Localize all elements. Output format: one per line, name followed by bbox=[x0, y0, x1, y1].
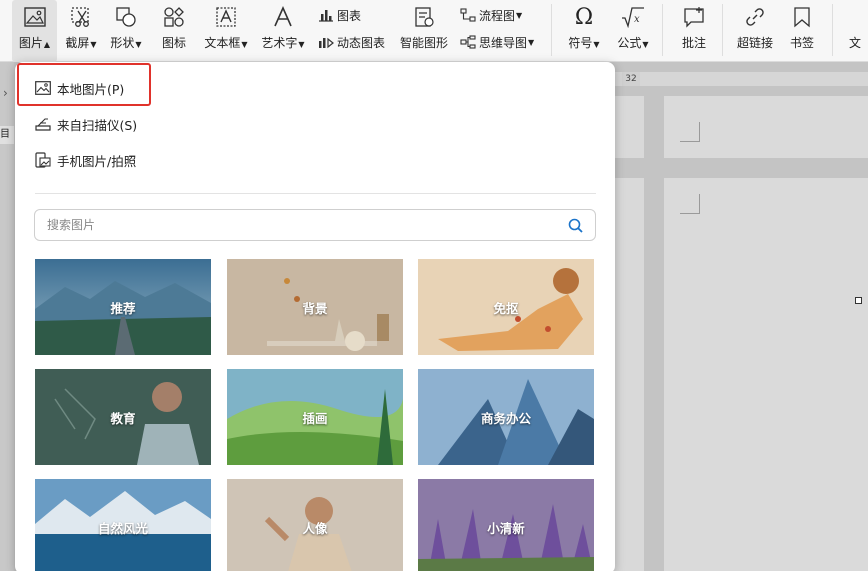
category-label: 教育 bbox=[110, 410, 136, 426]
bookmark-icon bbox=[789, 4, 815, 30]
flowchart-icon bbox=[460, 8, 476, 22]
local-picture-label: 本地图片(P) bbox=[57, 81, 125, 97]
screenshot-label: 截屏 bbox=[65, 36, 90, 50]
category-label: 商务办公 bbox=[480, 410, 531, 426]
ribbon-toolbar: 图片▲ 截屏▼ 形状▼ 图标 文本框▼ 艺术字▼ 图表 动态图表 智能图形 流程… bbox=[0, 0, 868, 62]
smart-graphic-icon bbox=[411, 4, 437, 30]
category-tile-cutout[interactable]: 免抠 bbox=[418, 259, 594, 355]
bar-chart-icon bbox=[319, 10, 333, 22]
category-label: 免抠 bbox=[493, 300, 519, 316]
scissors-icon bbox=[68, 4, 94, 30]
selection-handle[interactable] bbox=[855, 297, 862, 304]
flowchart-label: 流程图 bbox=[479, 8, 516, 23]
mindmap-button[interactable]: 思维导图 ▼ bbox=[460, 31, 534, 53]
menu-divider bbox=[35, 193, 596, 194]
chart-button[interactable]: 图表 bbox=[318, 4, 361, 26]
link-icon bbox=[742, 4, 768, 30]
wordart-button[interactable]: 艺术字▼ bbox=[257, 0, 309, 62]
textbox-icon bbox=[213, 4, 239, 30]
dynamic-chart-label: 动态图表 bbox=[337, 35, 386, 50]
comment-label: 批注 bbox=[681, 36, 706, 50]
category-tile-fresh[interactable]: 小清新 bbox=[418, 479, 594, 571]
scanner-label: 来自扫描仪(S) bbox=[57, 117, 138, 133]
outline-tab[interactable]: 目录 bbox=[0, 126, 14, 144]
mindmap-label: 思维导图 bbox=[479, 35, 528, 50]
category-label: 插画 bbox=[302, 410, 328, 426]
ruler-number: 32 bbox=[622, 72, 640, 86]
category-label: 推荐 bbox=[110, 300, 136, 316]
image-icon bbox=[35, 81, 51, 95]
category-tile-nature[interactable]: 自然风光 bbox=[35, 479, 211, 571]
ruler bbox=[614, 72, 868, 86]
shape-label: 形状 bbox=[110, 36, 135, 50]
formula-icon: x bbox=[620, 4, 646, 30]
textbox-label: 文本框 bbox=[204, 36, 241, 50]
wordart-label: 艺术字 bbox=[261, 36, 298, 50]
icon-button[interactable]: 图标 bbox=[154, 0, 194, 62]
category-label: 小清新 bbox=[487, 520, 525, 536]
phone-picture-label: 手机图片/拍照 bbox=[57, 153, 137, 169]
category-tile-recommend[interactable]: 推荐 bbox=[35, 259, 211, 355]
comment-button[interactable]: 批注 bbox=[674, 0, 714, 62]
margin-mark bbox=[680, 122, 700, 142]
page-preview bbox=[664, 178, 868, 571]
ribbon-divider bbox=[662, 4, 663, 56]
ribbon-divider bbox=[551, 4, 552, 56]
shapes-icon bbox=[113, 4, 139, 30]
formula-label: 公式 bbox=[617, 36, 642, 50]
ribbon-divider bbox=[832, 4, 833, 56]
picture-button[interactable]: 图片▲ bbox=[12, 0, 57, 62]
bookmark-button[interactable]: 书签 bbox=[784, 0, 820, 62]
smart-graphic-button[interactable]: 智能图形 bbox=[396, 0, 452, 62]
hyperlink-button[interactable]: 超链接 bbox=[734, 0, 776, 62]
screenshot-button[interactable]: 截屏▼ bbox=[60, 0, 102, 62]
shape-button[interactable]: 形状▼ bbox=[105, 0, 147, 62]
symbol-label: 符号 bbox=[568, 36, 593, 50]
local-picture-item[interactable]: 本地图片(P) bbox=[35, 75, 124, 101]
wordart-icon bbox=[270, 4, 296, 30]
picture-label: 图片 bbox=[18, 36, 43, 50]
text-more-label: 文 bbox=[848, 36, 861, 50]
margin-mark bbox=[680, 194, 700, 214]
page-preview bbox=[614, 96, 644, 158]
ribbon-divider bbox=[722, 4, 723, 56]
hyperlink-label: 超链接 bbox=[736, 36, 773, 50]
scanner-item[interactable]: 来自扫描仪(S) bbox=[35, 111, 137, 137]
comment-icon bbox=[681, 4, 707, 30]
textbox-button[interactable]: 文本框▼ bbox=[200, 0, 252, 62]
category-label: 背景 bbox=[302, 300, 328, 316]
svg-text:x: x bbox=[634, 14, 640, 25]
icon-library-icon bbox=[161, 4, 187, 30]
category-label: 自然风光 bbox=[97, 520, 148, 536]
text-more-button[interactable]: 文 bbox=[842, 0, 868, 62]
phone-photo-icon bbox=[35, 152, 51, 168]
smart-graphic-label: 智能图形 bbox=[399, 36, 448, 50]
search-icon[interactable] bbox=[568, 218, 583, 233]
category-tile-illustration[interactable]: 插画 bbox=[227, 369, 403, 465]
scanner-icon bbox=[35, 118, 51, 131]
category-label: 人像 bbox=[302, 520, 328, 536]
formula-button[interactable]: x 公式▼ bbox=[612, 0, 654, 62]
chevron-right-icon[interactable]: › bbox=[3, 86, 8, 100]
flowchart-button[interactable]: 流程图 ▼ bbox=[460, 4, 522, 26]
category-tile-education[interactable]: 教育 bbox=[35, 369, 211, 465]
mindmap-icon bbox=[460, 35, 476, 49]
category-tile-background[interactable]: 背景 bbox=[227, 259, 403, 355]
category-tile-business[interactable]: 商务办公 bbox=[418, 369, 594, 465]
symbol-button[interactable]: Ω 符号▼ bbox=[564, 0, 604, 62]
dynamic-chart-button[interactable]: 动态图表 bbox=[318, 31, 385, 53]
picture-icon bbox=[22, 4, 48, 30]
chart-label: 图表 bbox=[337, 8, 362, 23]
dynamic-chart-icon bbox=[319, 37, 334, 49]
page-preview bbox=[614, 178, 644, 571]
search-box bbox=[34, 209, 596, 241]
category-tile-portrait[interactable]: 人像 bbox=[227, 479, 403, 571]
phone-picture-item[interactable]: 手机图片/拍照 bbox=[35, 147, 136, 173]
search-input[interactable] bbox=[47, 218, 547, 232]
omega-icon: Ω bbox=[574, 4, 594, 30]
picture-dropdown-panel: 本地图片(P) 来自扫描仪(S) 手机图片/拍照 推荐 bbox=[15, 62, 615, 571]
icon-label: 图标 bbox=[161, 36, 186, 50]
bookmark-label: 书签 bbox=[789, 36, 814, 50]
